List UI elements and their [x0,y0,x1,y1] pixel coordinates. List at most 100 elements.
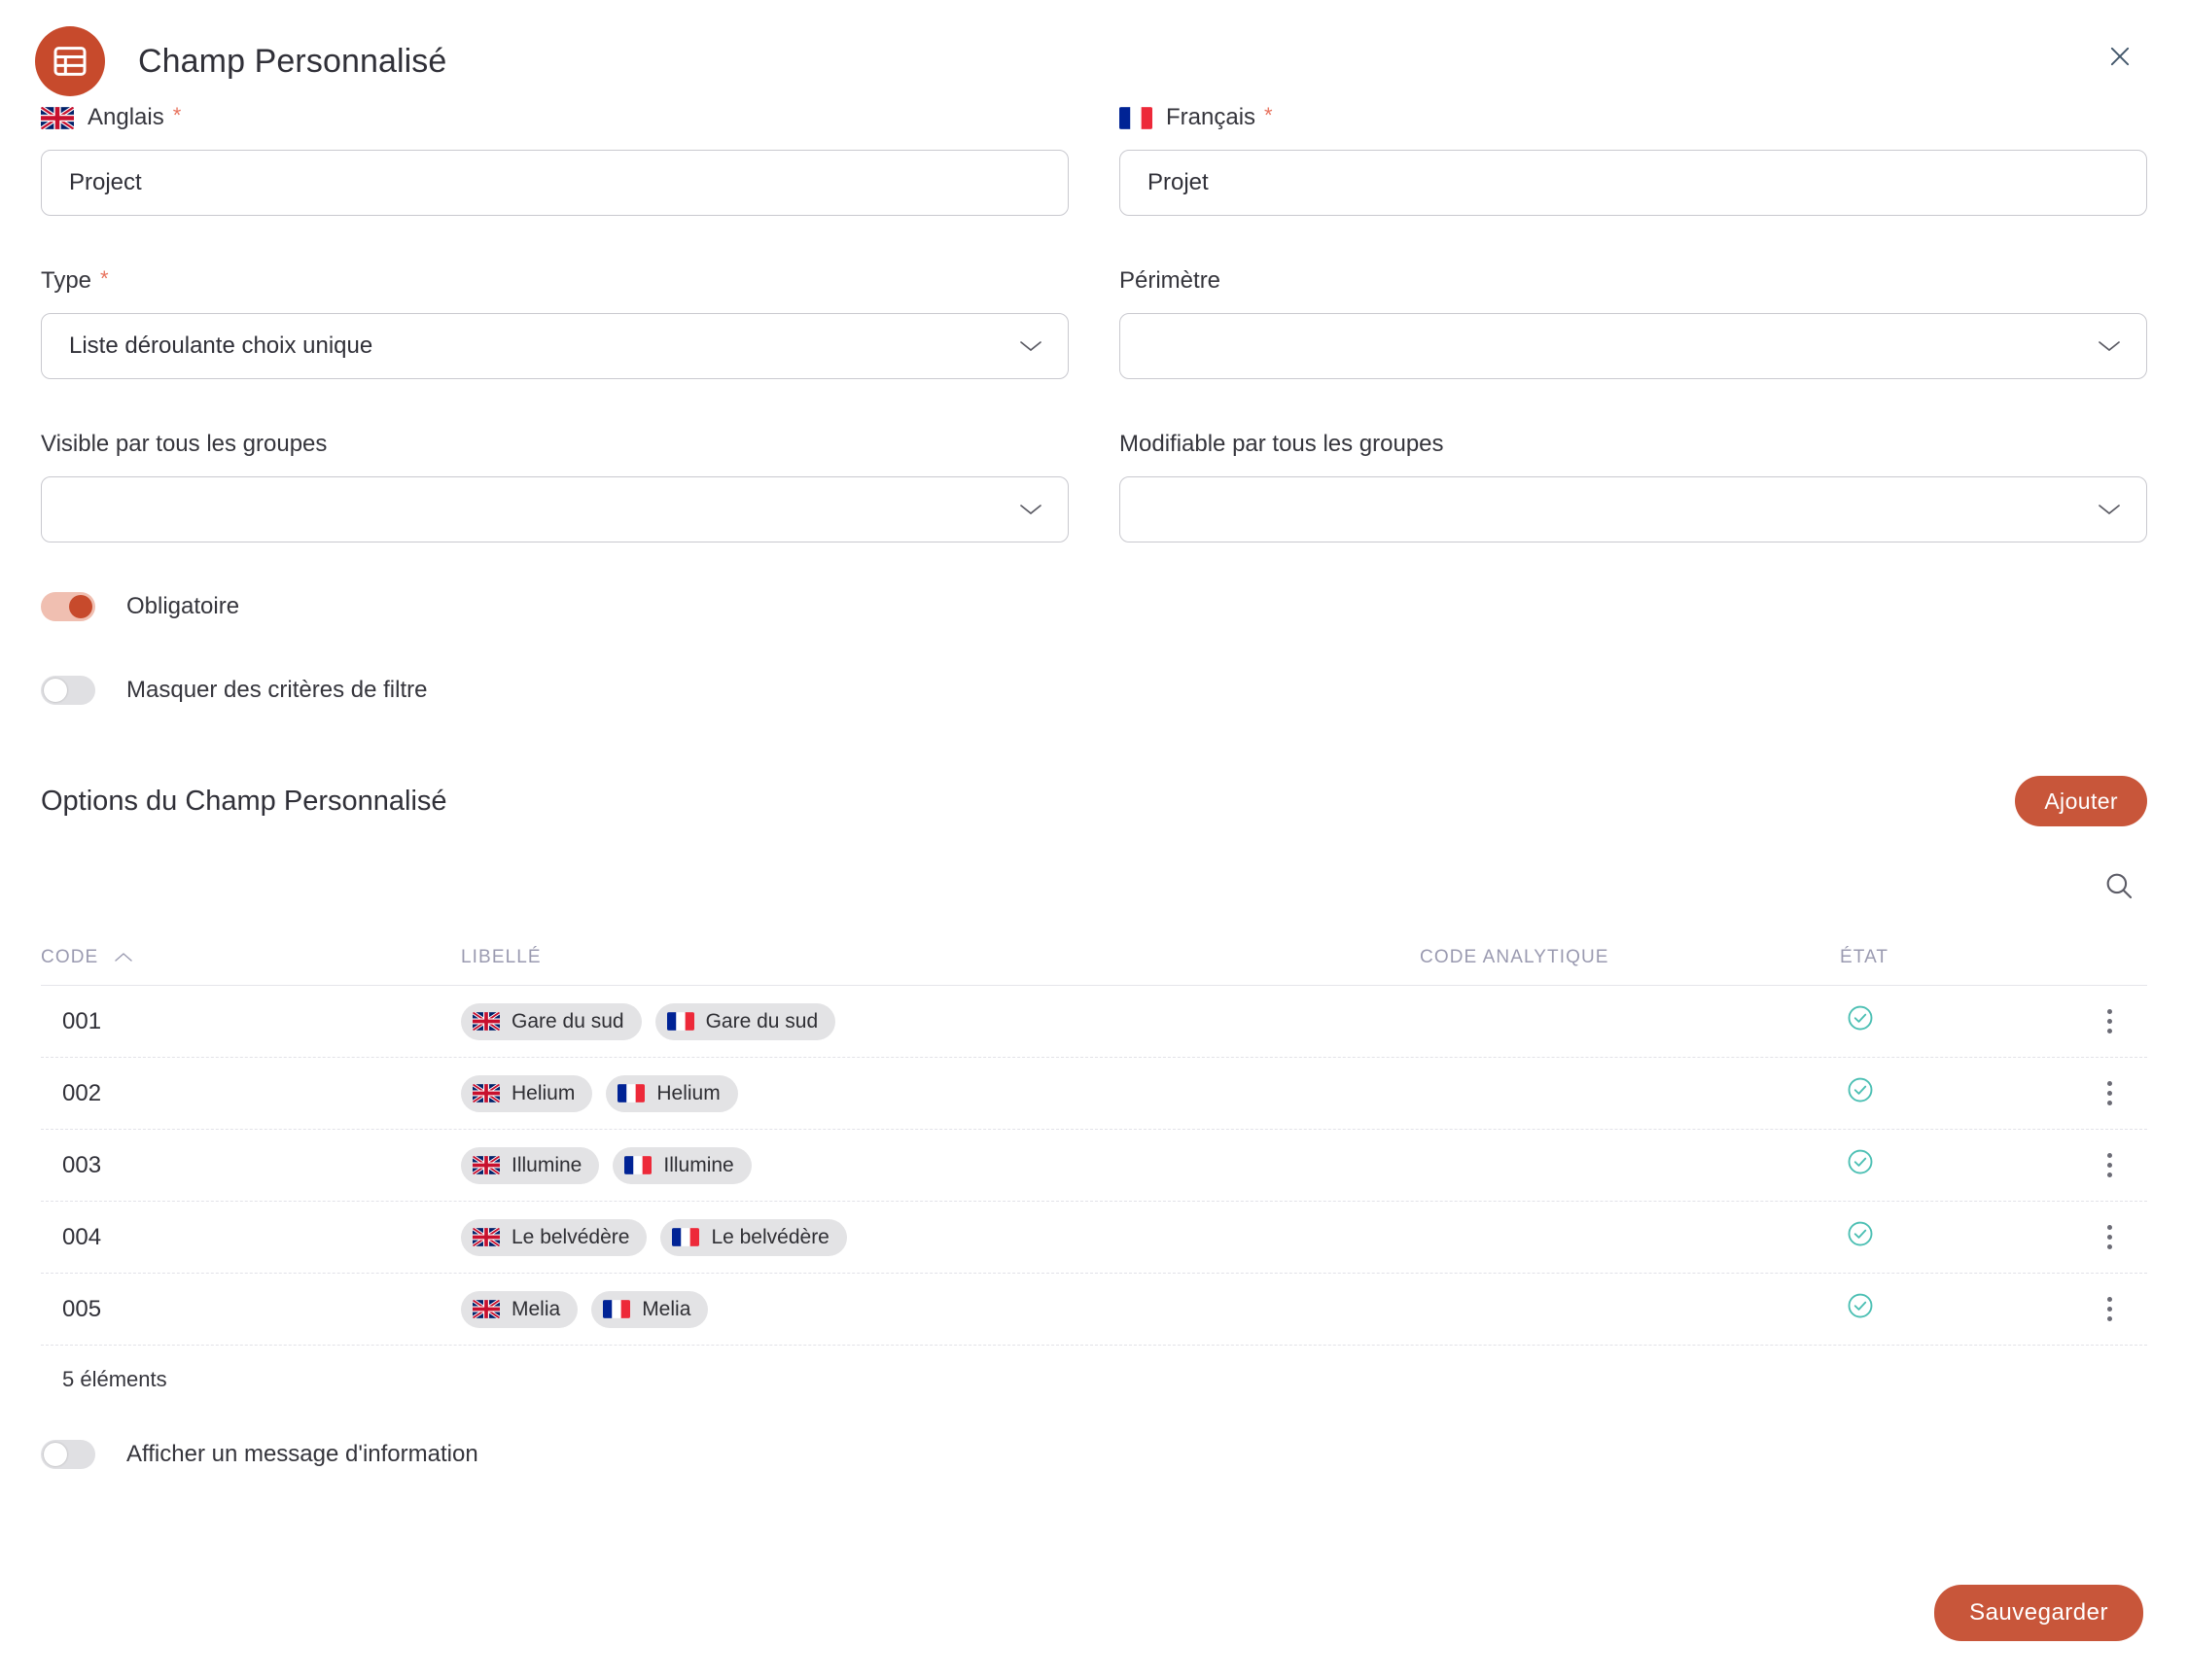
masquer-filtre-toggle-row: Masquer des critères de filtre [41,667,2147,714]
obligatoire-toggle-row: Obligatoire [41,583,2147,630]
uk-flag-icon [473,1012,500,1031]
label-chip-en-text: Illumine [512,1153,582,1176]
english-label: Anglais * [41,101,1069,134]
row-menu-icon[interactable] [2100,1289,2120,1329]
uk-flag-icon [473,1156,500,1174]
french-label-text: Français [1166,104,1256,130]
uk-flag-icon [41,106,74,129]
table-row[interactable]: 003 Illumine Illumine [41,1130,2147,1202]
label-chip-fr: Gare du sud [654,1002,836,1040]
cell-actions [2071,1217,2147,1257]
page-title: Champ Personnalisé [138,42,447,80]
perimetre-select[interactable] [1119,313,2147,379]
obligatoire-toggle[interactable] [41,592,95,621]
uk-flag-icon [473,1084,500,1102]
table-row[interactable]: 005 Melia Melia [41,1274,2147,1346]
french-field-group: Français * Projet [1119,101,2147,216]
type-perimetre-row: Type * Liste déroulante choix unique Pér… [41,264,2147,379]
editable-groups-label: Modifiable par tous les groupes [1119,428,2147,461]
custom-field-modal: Champ Personnalisé Anglais * Project Fra… [0,0,2188,1680]
status-active-check-icon [1846,1003,1875,1039]
cell-etat [1840,1003,2071,1039]
label-chip-fr: Illumine [613,1146,752,1184]
form-area: Anglais * Project Français * Projet Type… [0,101,2188,714]
fr-flag-icon [603,1300,631,1318]
english-field-group: Anglais * Project [41,101,1069,216]
label-chip-en-text: Gare du sud [512,1009,624,1032]
cell-code: 003 [62,1151,102,1178]
table-row[interactable]: 004 Le belvédère Le belvédère [41,1202,2147,1274]
perimetre-label-text: Périmètre [1119,267,1221,294]
fr-flag-icon [666,1012,694,1031]
column-header-libelle-label: LIBELLÉ [461,946,542,967]
options-search-row [0,863,2188,908]
english-label-text: Anglais [88,104,164,130]
uk-flag-icon [473,1300,500,1318]
label-chip-en: Melia [461,1290,579,1328]
editable-groups-field-group: Modifiable par tous les groupes [1119,428,2147,542]
french-label: Français * [1119,101,2147,134]
column-header-libelle[interactable]: LIBELLÉ [461,947,1420,968]
column-header-code[interactable]: CODE [41,947,461,968]
table-row[interactable]: 002 Helium Helium [41,1058,2147,1130]
table-grid-icon [35,26,105,96]
editable-groups-select[interactable] [1119,476,2147,542]
column-header-etat[interactable]: ÉTAT [1840,947,2071,968]
cell-code: 005 [62,1295,102,1322]
cell-actions [2071,1145,2147,1185]
perimetre-label: Périmètre [1119,264,2147,298]
column-header-code-analytique[interactable]: CODE ANALYTIQUE [1420,947,1840,968]
french-input[interactable]: Projet [1119,150,2147,216]
modal-footer: Sauvegarder [1934,1585,2143,1641]
status-active-check-icon [1846,1219,1875,1255]
visible-groups-field-group: Visible par tous les groupes [41,428,1069,542]
label-chip-fr-text: Le belvédère [711,1225,829,1248]
chevron-down-icon [2098,332,2121,360]
modal-header: Champ Personnalisé [0,0,2188,101]
uk-flag-icon [473,1228,500,1246]
cell-labels: Illumine Illumine [461,1146,1420,1184]
english-input-value: Project [69,169,142,195]
visible-groups-label: Visible par tous les groupes [41,428,1069,461]
row-menu-icon[interactable] [2100,1073,2120,1113]
chevron-up-icon [114,952,133,963]
masquer-filtre-toggle[interactable] [41,676,95,705]
chevron-down-icon [2098,496,2121,523]
fr-flag-icon [624,1156,653,1174]
row-menu-icon[interactable] [2100,1001,2120,1041]
close-icon[interactable] [2099,35,2141,78]
cell-labels: Le belvédère Le belvédère [461,1218,1420,1256]
required-marker: * [1264,103,1273,127]
label-chip-fr: Le belvédère [660,1218,847,1256]
options-section-title: Options du Champ Personnalisé [41,785,447,817]
french-input-value: Projet [1147,169,1209,195]
type-select-value: Liste déroulante choix unique [69,332,373,359]
status-active-check-icon [1846,1147,1875,1183]
name-fields-row: Anglais * Project Français * Projet [41,101,2147,216]
add-option-button[interactable]: Ajouter [2015,776,2147,826]
afficher-message-toggle[interactable] [41,1440,95,1469]
search-icon[interactable] [2102,863,2135,908]
chevron-down-icon [1019,332,1042,360]
visible-groups-select[interactable] [41,476,1069,542]
label-chip-fr-text: Gare du sud [705,1009,819,1032]
type-select[interactable]: Liste déroulante choix unique [41,313,1069,379]
required-marker: * [172,103,182,127]
required-marker: * [100,266,109,291]
save-button[interactable]: Sauvegarder [1934,1585,2143,1641]
label-chip-fr-text: Helium [656,1081,721,1104]
label-chip-en-text: Melia [512,1297,561,1320]
type-label-text: Type [41,267,92,294]
chevron-down-icon [1019,496,1042,523]
cell-actions [2071,1073,2147,1113]
afficher-message-label: Afficher un message d'information [126,1441,478,1467]
english-input[interactable]: Project [41,150,1069,216]
row-menu-icon[interactable] [2100,1145,2120,1185]
status-active-check-icon [1846,1075,1875,1111]
item-count-label: 5 éléments [62,1367,167,1391]
label-chip-en-text: Helium [512,1081,576,1104]
cell-labels: Helium Helium [461,1074,1420,1112]
table-row[interactable]: 001 Gare du sud Gare du sud [41,986,2147,1058]
cell-etat [1840,1291,2071,1327]
row-menu-icon[interactable] [2100,1217,2120,1257]
